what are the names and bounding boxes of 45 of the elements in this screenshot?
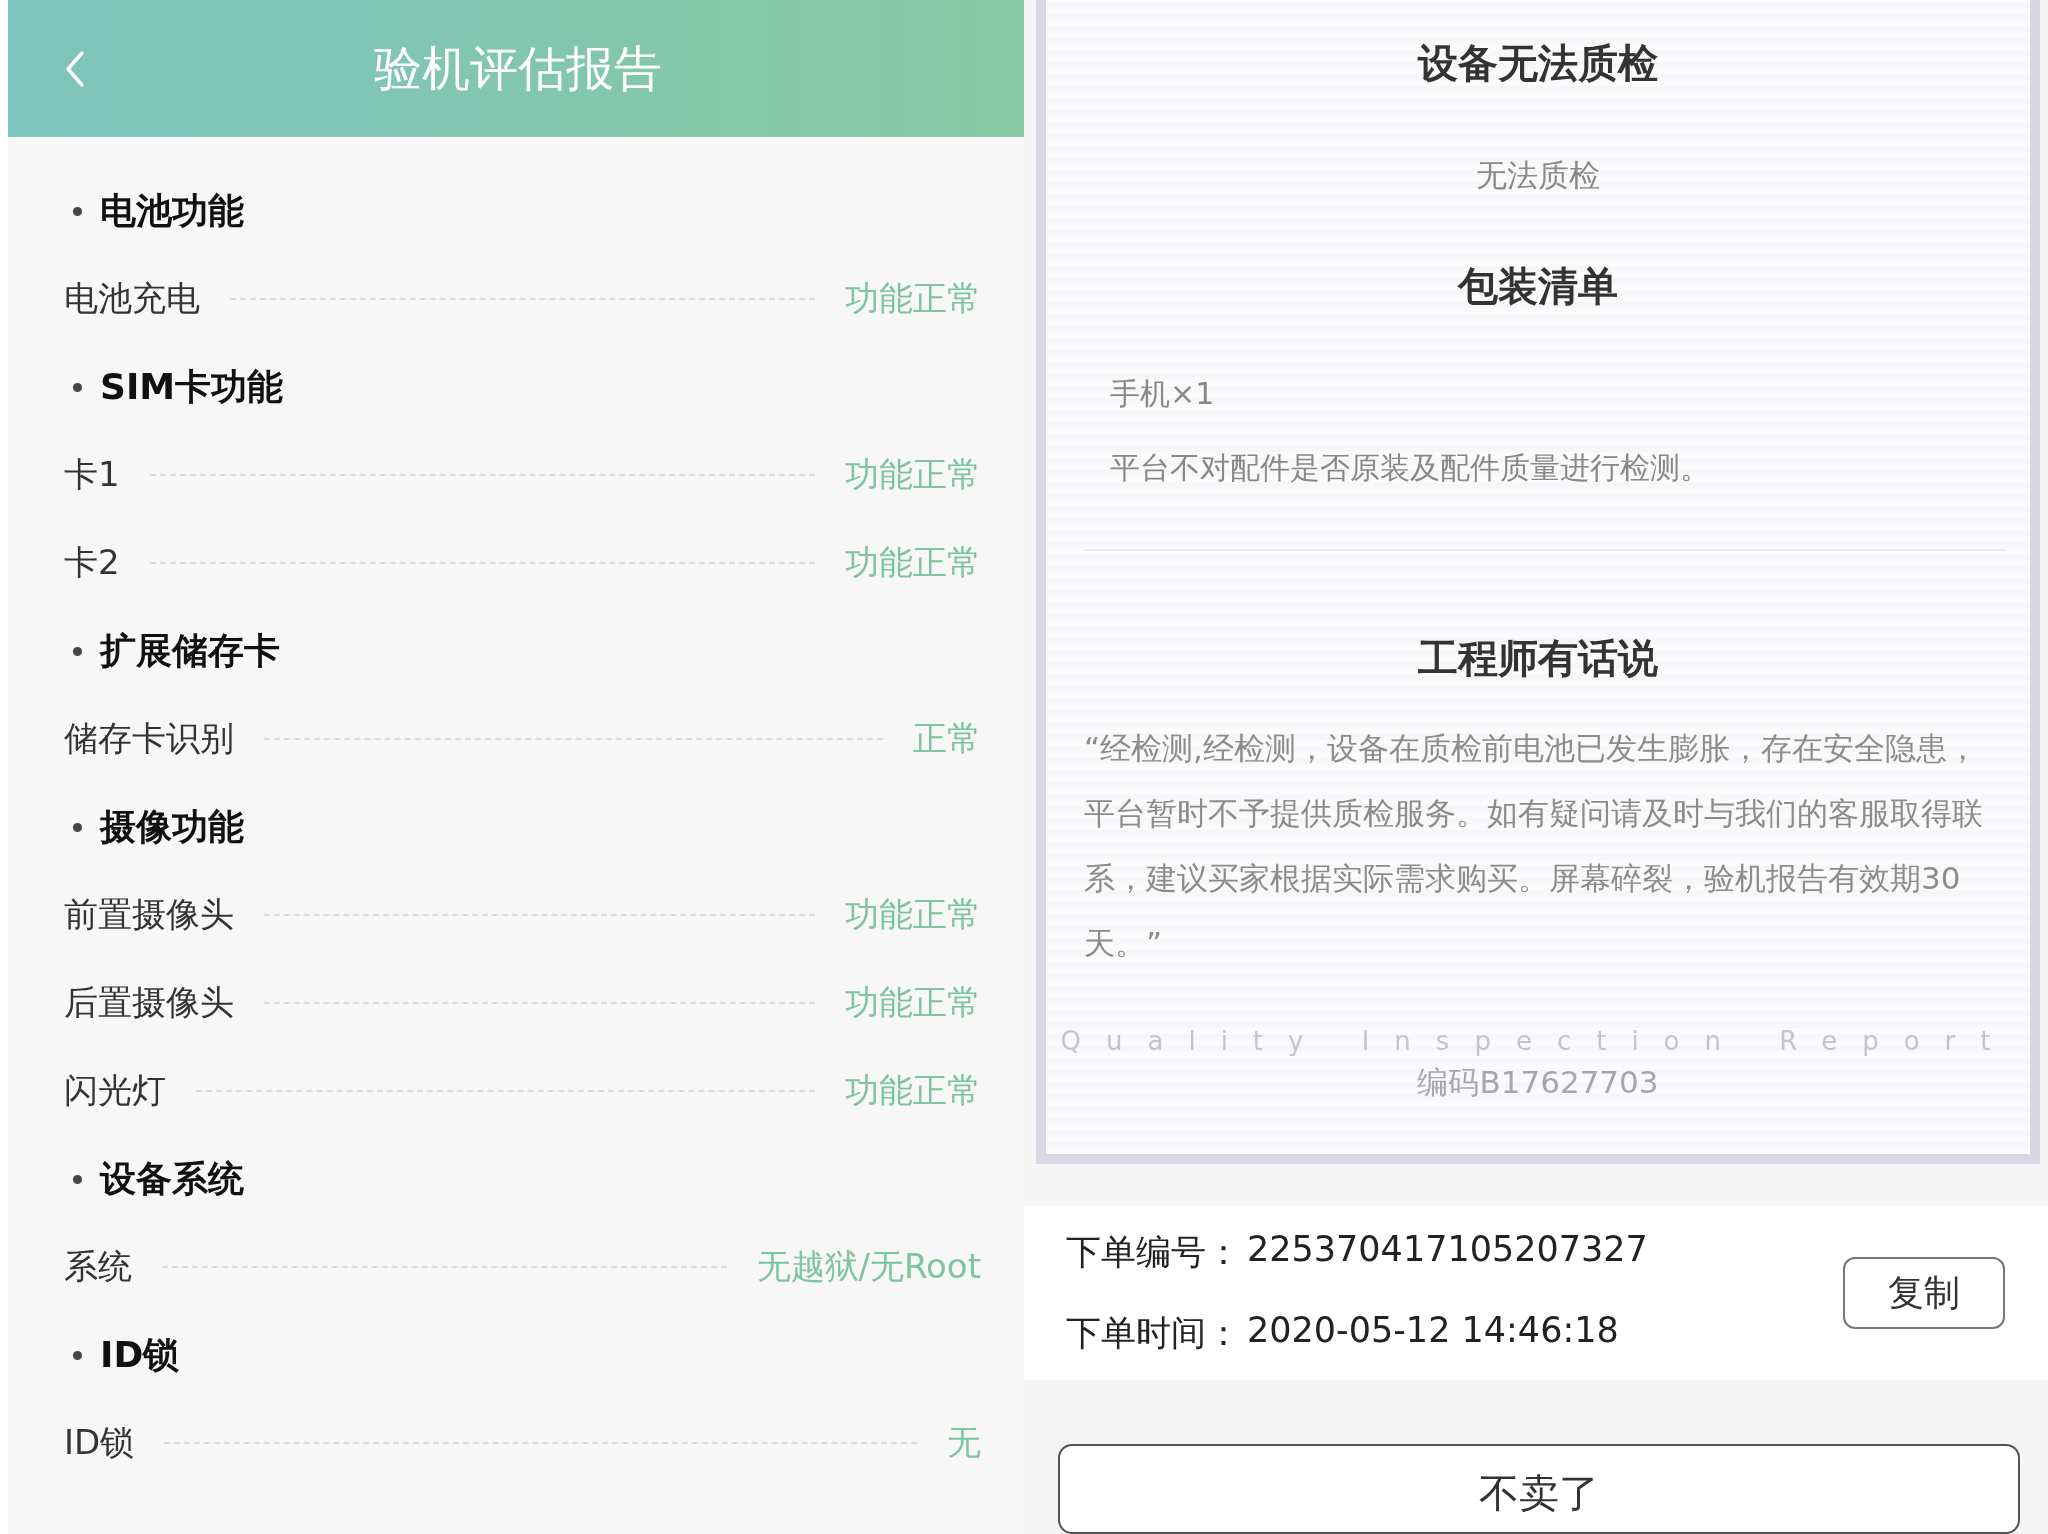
bullet-icon [73, 1174, 82, 1184]
item-status: 功能正常 [845, 1069, 981, 1112]
item-status: 功能正常 [845, 277, 981, 320]
section-heading: SIM卡功能 [100, 364, 284, 409]
bullet-icon [73, 646, 82, 656]
report-code: 编码B17627703 [1416, 1063, 1660, 1102]
field-label: 下单时间： [1066, 1312, 1241, 1356]
result-text: 无法质检 [1475, 156, 1601, 195]
item-status: 无 [947, 1421, 981, 1464]
section-heading: 设备系统 [100, 1156, 244, 1201]
bullet-icon [73, 1350, 82, 1360]
item-label: 闪光灯 [64, 1069, 166, 1112]
item-status: 功能正常 [845, 541, 981, 584]
field-label: 下单编号： [1066, 1231, 1241, 1275]
section-heading: 电池功能 [100, 188, 244, 233]
bullet-icon [73, 822, 82, 832]
item-label: 卡1 [64, 453, 120, 496]
page-title: 验机评估报告 [374, 38, 662, 98]
copy-button[interactable]: 复制 [1843, 1257, 2005, 1330]
item-status: 无越狱/无Root [756, 1245, 981, 1288]
section-heading: 摄像功能 [100, 804, 244, 849]
bullet-icon [73, 206, 82, 216]
engineer-note: “经检测,经检测，设备在质检前电池已发生膨胀，存在安全隐患，平台暂时不予提供质检服务。如有疑问请及时与我们的客服取得联系，建议买家根据实际需求购买。屏幕碎裂，验机报告有效期30天。” [1083, 729, 1984, 963]
field-value: 2020-05-12 14:46:18 [1247, 1310, 1619, 1353]
section-heading: ID锁 [100, 1332, 180, 1377]
item-label: 电池充电 [64, 277, 200, 320]
section-heading: 扩展储存卡 [100, 628, 280, 673]
bullet-icon [73, 382, 82, 392]
item-status: 正常 [913, 717, 981, 760]
item-status: 功能正常 [845, 981, 981, 1024]
packing-list-title: 包装清单 [1456, 262, 1619, 311]
item-label: ID锁 [64, 1421, 135, 1464]
item-label: 卡2 [64, 541, 120, 584]
field-value: 225370417105207327 [1247, 1229, 1648, 1272]
not-selling-button[interactable]: 不卖了 [1058, 1444, 2020, 1534]
packing-item: 手机×1 [1109, 375, 1216, 413]
engineer-title: 工程师有话说 [1417, 634, 1659, 683]
item-label: 后置摄像头 [64, 981, 234, 1024]
item-status: 功能正常 [845, 453, 981, 496]
certificate-title: 设备无法质检 [1416, 39, 1659, 88]
item-label: 储存卡识别 [64, 717, 234, 760]
item-label: 前置摄像头 [64, 893, 234, 936]
packing-item: 平台不对配件是否原装及配件质量进行检测。 [1109, 449, 1711, 487]
item-status: 功能正常 [845, 893, 981, 936]
item-label: 系统 [64, 1245, 132, 1288]
